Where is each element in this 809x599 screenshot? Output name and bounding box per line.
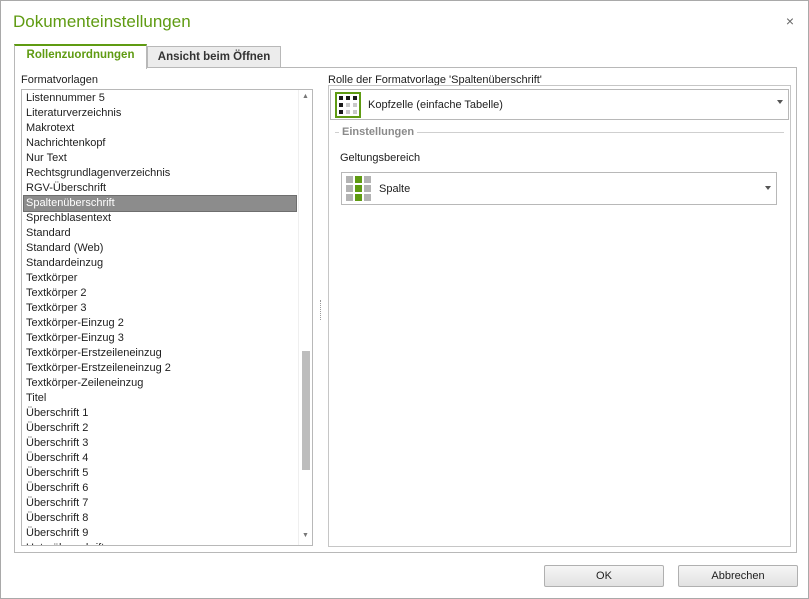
list-item[interactable]: Überschrift 5 — [24, 466, 296, 481]
list-item[interactable]: Listennummer 5 — [24, 91, 296, 106]
role-dropdown-value: Kopfzelle (einfache Tabelle) — [368, 99, 503, 111]
chevron-down-icon[interactable] — [777, 100, 783, 104]
scope-dropdown[interactable]: Spalte — [341, 172, 777, 205]
list-item[interactable]: Literaturverzeichnis — [24, 106, 296, 121]
list-item[interactable]: Überschrift 7 — [24, 496, 296, 511]
styles-list-label: Formatvorlagen — [21, 74, 99, 86]
list-item[interactable]: Titel — [24, 391, 296, 406]
list-item[interactable]: Überschrift 4 — [24, 451, 296, 466]
chevron-down-icon[interactable] — [765, 186, 771, 190]
tab-role-assignments[interactable]: Rollenzuordnungen — [14, 44, 147, 69]
styles-listbox[interactable]: Listennummer 5 Literaturverzeichnis Makrot… — [21, 89, 313, 546]
tab-panel: Formatvorlagen Listennummer 5 Literaturve… — [14, 67, 797, 553]
splitter-handle[interactable] — [320, 300, 322, 320]
list-item[interactable]: Textkörper-Zeileneinzug — [24, 376, 296, 391]
list-item[interactable]: Standard (Web) — [24, 241, 296, 256]
list-item[interactable]: Textkörper-Einzug 3 — [24, 331, 296, 346]
list-item[interactable]: Überschrift 1 — [24, 406, 296, 421]
column-scope-icon — [346, 176, 376, 202]
list-item[interactable]: Standardeinzug — [24, 256, 296, 271]
tab-view-on-open[interactable]: Ansicht beim Öffnen — [147, 46, 281, 68]
list-item[interactable]: Überschrift 8 — [24, 511, 296, 526]
list-item[interactable]: Textkörper 3 — [24, 301, 296, 316]
list-item[interactable]: Überschrift 6 — [24, 481, 296, 496]
list-item[interactable]: Textkörper-Erstzeileneinzug 2 — [24, 361, 296, 376]
list-item[interactable]: Unterüberschrift — [24, 541, 296, 545]
list-item[interactable]: Nur Text — [24, 151, 296, 166]
list-item[interactable]: Standard — [24, 226, 296, 241]
scroll-thumb[interactable] — [302, 351, 310, 470]
scope-label: Geltungsbereich — [340, 152, 421, 164]
list-item[interactable]: Textkörper 2 — [24, 286, 296, 301]
ok-button[interactable]: OK — [544, 565, 664, 587]
list-item[interactable]: Textkörper-Erstzeileneinzug — [24, 346, 296, 361]
document-settings-dialog: Dokumenteinstellungen × Rollenzuordnunge… — [0, 0, 809, 599]
scroll-up-icon[interactable]: ▲ — [302, 93, 309, 100]
settings-group-title: Einstellungen — [339, 126, 418, 138]
list-item[interactable]: Textkörper-Einzug 2 — [24, 316, 296, 331]
list-item[interactable]: Spaltenüberschrift — [23, 195, 297, 212]
styles-list-scrollbar[interactable]: ▲ ▼ — [298, 90, 312, 545]
list-item[interactable]: Sprechblasentext — [24, 211, 296, 226]
role-settings-area: Kopfzelle (einfache Tabelle) Einstellung… — [328, 85, 791, 547]
list-item[interactable]: Überschrift 2 — [24, 421, 296, 436]
list-item[interactable]: Überschrift 3 — [24, 436, 296, 451]
list-item[interactable]: Nachrichtenkopf — [24, 136, 296, 151]
list-item[interactable]: Textkörper — [24, 271, 296, 286]
table-header-icon — [335, 92, 361, 118]
role-dropdown[interactable]: Kopfzelle (einfache Tabelle) — [330, 89, 789, 120]
list-item[interactable]: Makrotext — [24, 121, 296, 136]
scope-dropdown-value: Spalte — [379, 183, 411, 195]
list-item[interactable]: Überschrift 9 — [24, 526, 296, 541]
dialog-title: Dokumenteinstellungen — [13, 12, 191, 31]
cancel-button[interactable]: Abbrechen — [678, 565, 798, 587]
scroll-down-icon[interactable]: ▼ — [302, 532, 309, 539]
list-item[interactable]: Rechtsgrundlagenverzeichnis — [24, 166, 296, 181]
list-item[interactable]: RGV-Überschrift — [24, 181, 296, 196]
close-icon[interactable]: × — [786, 13, 794, 29]
